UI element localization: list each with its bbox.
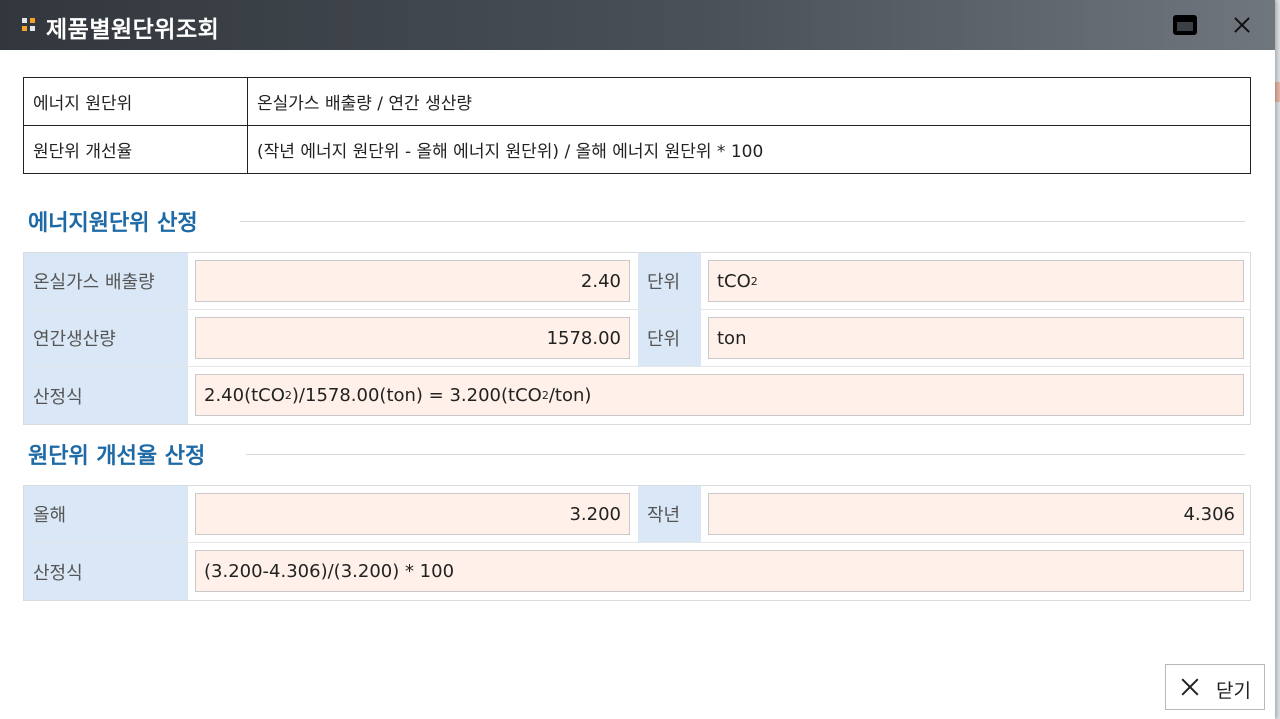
form-row-formula: 산정식 (3.200-4.306)/(3.200) * 100 <box>24 543 1250 600</box>
form-row-emission: 온실가스 배출량 2.40 단위 tCO 2 <box>24 253 1250 310</box>
section-divider <box>246 454 1245 455</box>
emission-field[interactable]: 2.40 <box>195 260 630 302</box>
production-unit-field[interactable]: ton <box>708 317 1244 359</box>
emission-unit-label: 단위 <box>638 253 701 309</box>
formula-part: )/1578.00(ton) = 3.200(tCO <box>291 384 542 406</box>
form-row-production: 연간생산량 1578.00 단위 ton <box>24 310 1250 367</box>
formula-label: 산정식 <box>24 543 188 600</box>
production-label: 연간생산량 <box>24 310 188 366</box>
definition-value: 온실가스 배출량 / 연간 생산량 <box>247 77 1251 126</box>
definition-table: 에너지 원단위 온실가스 배출량 / 연간 생산량 원단위 개선율 (작년 에너… <box>23 77 1251 174</box>
last-year-label: 작년 <box>638 486 701 542</box>
formula-subscript: 2 <box>284 388 292 402</box>
energy-intensity-form: 온실가스 배출량 2.40 단위 tCO 2 연간생산량 1578.00 단위 t… <box>23 252 1251 425</box>
close-button-label: 닫기 <box>1216 680 1251 702</box>
improvement-rate-form: 올해 3.200 작년 4.306 산정식 (3.200-4.306)/(3.2… <box>23 485 1251 601</box>
emission-unit-base: tCO <box>717 270 751 292</box>
title-bar: 제품별원단위조회 <box>0 0 1275 50</box>
section-title-improvement-rate: 원단위 개선율 산정 <box>28 444 206 469</box>
form-row-years: 올해 3.200 작년 4.306 <box>24 486 1250 543</box>
production-field[interactable]: 1578.00 <box>195 317 630 359</box>
definition-key: 에너지 원단위 <box>23 77 248 126</box>
formula-label: 산정식 <box>24 367 188 424</box>
close-icon[interactable] <box>1229 12 1255 38</box>
dialog-title: 제품별원단위조회 <box>46 17 220 43</box>
formula-field[interactable]: 2.40(tCO 2)/1578.00(ton) = 3.200(tCO 2/ton… <box>195 374 1244 416</box>
emission-unit-subscript: 2 <box>750 274 758 288</box>
definition-key: 원단위 개선율 <box>23 125 248 174</box>
this-year-field[interactable]: 3.200 <box>195 493 630 535</box>
background-window-edge <box>1275 0 1280 719</box>
this-year-label: 올해 <box>24 486 188 542</box>
formula-part: 2.40(tCO <box>204 384 285 406</box>
formula-part: /ton) <box>548 384 592 406</box>
table-row: 원단위 개선율 (작년 에너지 원단위 - 올해 에너지 원단위) / 올해 에… <box>23 125 1251 174</box>
production-unit-label: 단위 <box>638 310 701 366</box>
background-marker <box>1275 82 1280 102</box>
formula-subscript: 2 <box>541 388 549 402</box>
emission-unit-field[interactable]: tCO 2 <box>708 260 1244 302</box>
close-button[interactable]: 닫기 <box>1165 664 1265 710</box>
unit-intensity-dialog: 제품별원단위조회 에너지 원단위 온실가스 배출량 / 연간 생산량 원단위 개… <box>0 0 1275 719</box>
maximize-icon[interactable] <box>1172 12 1198 38</box>
definition-value: (작년 에너지 원단위 - 올해 에너지 원단위) / 올해 에너지 원단위 *… <box>247 125 1251 174</box>
grid-icon <box>22 18 36 32</box>
section-title-energy-intensity: 에너지원단위 산정 <box>28 211 198 236</box>
emission-label: 온실가스 배출량 <box>24 253 188 309</box>
improvement-formula-field[interactable]: (3.200-4.306)/(3.200) * 100 <box>195 550 1244 592</box>
form-row-formula: 산정식 2.40(tCO 2)/1578.00(ton) = 3.200(tCO 2… <box>24 367 1250 424</box>
close-x-icon <box>1180 677 1200 697</box>
table-row: 에너지 원단위 온실가스 배출량 / 연간 생산량 <box>23 77 1251 126</box>
section-divider <box>240 221 1245 222</box>
last-year-field[interactable]: 4.306 <box>708 493 1244 535</box>
